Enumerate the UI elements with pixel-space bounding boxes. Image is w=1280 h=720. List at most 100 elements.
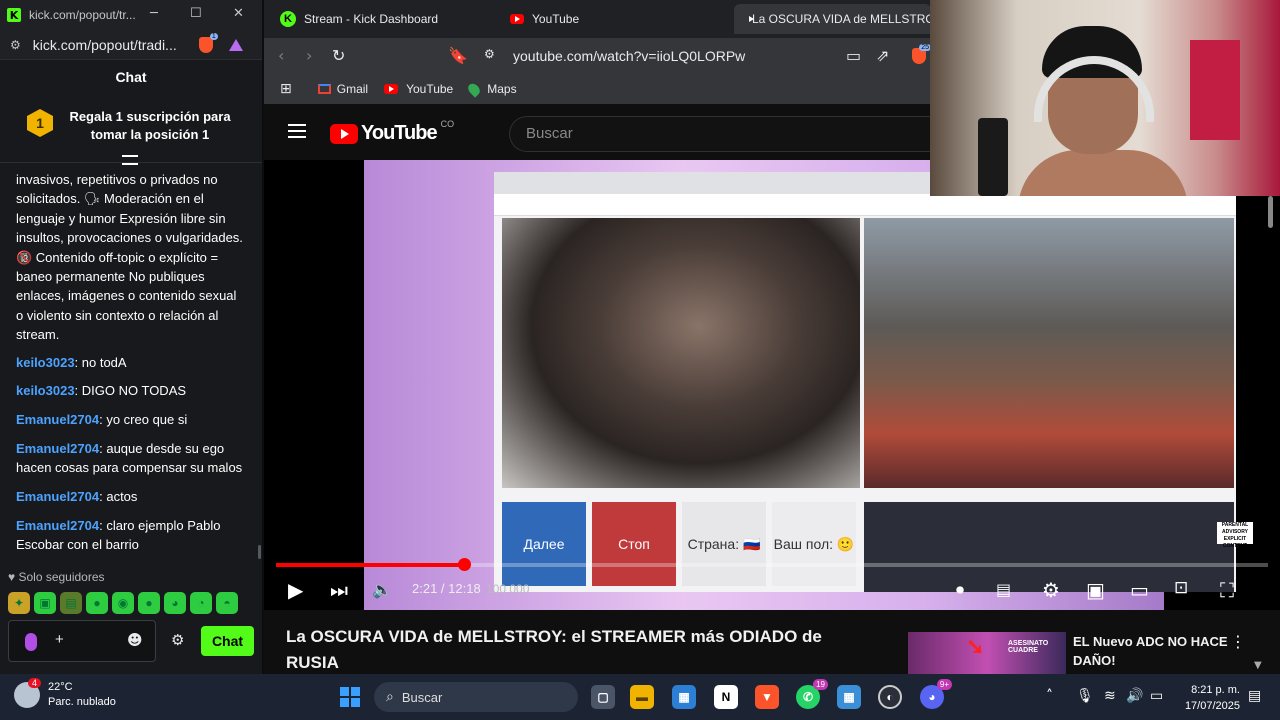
tab-mellstroy-video[interactable]: La OSCURA VIDA de MELLSTROY [734, 4, 931, 34]
more-options-icon[interactable]: ⋮ [1230, 632, 1246, 651]
tray-overflow-icon[interactable]: ˄ [1046, 688, 1053, 704]
task-view-icon[interactable]: ▢ [591, 685, 615, 709]
notion-icon[interactable]: N [714, 685, 738, 709]
calculator-icon[interactable]: ▦ [837, 685, 861, 709]
emote-icon[interactable]: ◔ [190, 592, 212, 614]
emote-icon[interactable]: ◕ [164, 592, 186, 614]
play-icon[interactable]: ▶ [288, 578, 303, 602]
taskbar-search[interactable]: ⌕ Buscar [374, 682, 578, 712]
youtube-search-input[interactable]: Buscar [509, 116, 931, 152]
install-app-icon[interactable]: ▭ [846, 46, 861, 65]
emote-icon[interactable]: ◉ [112, 592, 134, 614]
bookmark-gmail[interactable]: Gmail [317, 82, 368, 96]
reload-icon[interactable]: ↻ [332, 46, 345, 65]
site-info-icon[interactable]: ⚙ [484, 47, 495, 61]
collapse-icon[interactable] [122, 155, 138, 165]
emote-icon[interactable]: ✦ [8, 592, 30, 614]
scroll-down-icon[interactable]: ▼ [1254, 660, 1262, 671]
settings-icon[interactable]: ⚙ [1042, 578, 1060, 602]
chat-settings-icon[interactable]: ⚙ [171, 631, 184, 649]
brave-taskbar-icon[interactable]: ▼ [755, 685, 779, 709]
chat-username[interactable]: keilo3023 [16, 383, 75, 398]
brave-rewards-icon[interactable] [228, 38, 243, 51]
emote-icon[interactable]: ● [86, 592, 108, 614]
store-icon[interactable]: ▦ [672, 685, 696, 709]
chat-username[interactable]: Emanuel2704 [16, 441, 99, 456]
wifi-icon[interactable]: ≋ [1104, 688, 1116, 704]
obs-icon[interactable]: ◐ [878, 685, 902, 709]
bookmark-maps[interactable]: Maps [466, 80, 517, 98]
windows-taskbar: 4 22°C Parc. nublado ⌕ Buscar ▢ ▬ ▦ N ▼ ✆ 1… [0, 674, 1280, 720]
plus-icon[interactable]: + [55, 631, 64, 648]
emote-icon[interactable]: ● [138, 592, 160, 614]
brave-shields-icon[interactable]: 25 [912, 44, 931, 64]
cast-icon[interactable]: ⊡ [1174, 578, 1188, 598]
weather-desc: Parc. nublado [48, 696, 116, 708]
clock[interactable]: 8:21 p. m. 17/07/2025 [1182, 682, 1240, 714]
gmail-icon [317, 84, 331, 94]
emoji-picker-icon[interactable]: ☻ [127, 631, 143, 649]
theater-mode-icon[interactable]: ▭ [1130, 578, 1149, 602]
battery-icon[interactable]: ▭ [1150, 688, 1163, 704]
bookmark-icon[interactable]: 🔖 [448, 46, 468, 65]
video-progress-bar[interactable] [276, 558, 1268, 571]
kick-url[interactable]: kick.com/popout/tradi... [33, 37, 183, 53]
speaker-icon[interactable]: 🔊 [1126, 688, 1143, 704]
discord-badge: 9+ [936, 679, 952, 690]
start-button[interactable] [340, 687, 360, 707]
weather-widget[interactable]: 4 22°C Parc. nublado [14, 678, 116, 710]
chat-header: Chat [115, 69, 147, 85]
chat-username[interactable]: Emanuel2704 [16, 489, 99, 504]
video-player[interactable]: Далее Стоп Страна: 🇷🇺 Ваш пол: 🙂 PARENTA… [264, 160, 1280, 610]
minimize-icon[interactable]: ─ [150, 6, 158, 21]
emote-icon[interactable]: ◓ [216, 592, 238, 614]
pinned-gift-banner[interactable]: 1 Regala 1 suscripción para tomar la pos… [0, 95, 262, 163]
chat-text: : DIGO NO TODAS [74, 383, 187, 399]
page-scrollbar[interactable] [1268, 196, 1273, 228]
progress-played [276, 563, 465, 567]
browser-toolbar: ‹ › ↻ 🔖 ⚙ youtube.com/watch?v=iioLQ0LORP… [264, 38, 931, 74]
chat-input[interactable]: + ☻ [8, 620, 156, 662]
share-icon[interactable]: ⇗ [876, 46, 889, 65]
back-icon[interactable]: ‹ [278, 46, 284, 65]
apps-grid-icon[interactable]: ⊞ [280, 81, 292, 97]
close-icon[interactable]: ✕ [233, 6, 244, 21]
bookmark-youtube[interactable]: YouTube [384, 82, 453, 96]
menu-icon[interactable] [288, 124, 306, 138]
maximize-icon[interactable]: ☐ [190, 6, 202, 21]
chat-scrollbar[interactable] [258, 545, 261, 559]
autoplay-toggle-icon[interactable]: ⏺ [956, 580, 964, 600]
notifications-icon[interactable]: ▤ [1248, 688, 1261, 704]
tab-youtube[interactable]: YouTube [504, 4, 724, 34]
subtitles-icon[interactable]: ▤ [996, 580, 1011, 599]
emote-icon[interactable]: ▣ [34, 592, 56, 614]
discord-icon[interactable]: ◕ 9+ [920, 679, 952, 709]
chat-username[interactable]: Emanuel2704 [16, 412, 99, 427]
tab-kick-dashboard[interactable]: K Stream - Kick Dashboard [274, 4, 494, 34]
youtube-logo[interactable]: YouTube CO [330, 119, 454, 145]
forward-icon[interactable]: › [306, 46, 312, 65]
brave-shields-icon[interactable]: 1 [198, 32, 218, 53]
send-chat-button[interactable]: Chat [201, 626, 254, 656]
emote-icon[interactable]: ▤ [60, 592, 82, 614]
below-player: La OSCURA VIDA de MELLSTROY: el STREAMER… [264, 610, 1280, 674]
next-icon[interactable]: ⏭ [330, 578, 348, 602]
thumbnail-text: ASESINATO CUADRE [1008, 640, 1049, 654]
kick-titlebar: K kick.com/popout/tr... ─ ☐ ✕ [0, 0, 262, 30]
miniplayer-icon[interactable]: ▣ [1086, 578, 1105, 602]
video-frame: Далее Стоп Страна: 🇷🇺 Ваш пол: 🙂 [364, 160, 1236, 610]
volume-icon[interactable]: 🔈 [372, 580, 392, 599]
streamer-body [1018, 150, 1188, 196]
chat-username[interactable]: keilo3023 [16, 355, 75, 370]
microphone-icon[interactable] [25, 633, 37, 651]
fullscreen-icon[interactable]: ⛶ [1220, 578, 1234, 602]
file-explorer-icon[interactable]: ▬ [630, 685, 654, 709]
microphone-tray-icon[interactable]: 🎙 [1076, 688, 1094, 704]
youtube-logo-text: YouTube [361, 122, 438, 144]
chat-text: : no todA [74, 354, 127, 370]
chat-username[interactable]: Emanuel2704 [16, 518, 99, 533]
recommended-thumbnail[interactable]: ➘ ASESINATO CUADRE [908, 632, 1066, 674]
site-settings-icon[interactable]: ⚙ [10, 38, 21, 52]
recommended-title[interactable]: EL Nuevo ADC NO HACE DAÑO! [1073, 632, 1243, 670]
whatsapp-icon[interactable]: ✆ 19 [796, 679, 828, 709]
